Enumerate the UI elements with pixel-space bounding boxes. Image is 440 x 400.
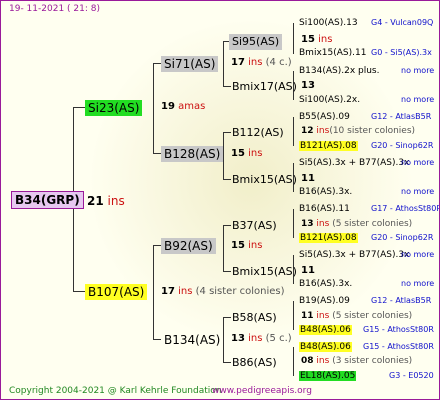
gen4-row[interactable]: B48(AS).06 bbox=[299, 342, 352, 352]
gen3-node-b86[interactable]: B86(AS) bbox=[229, 355, 280, 371]
root-name: B34(GRP) bbox=[15, 193, 80, 207]
gen4-row[interactable]: B121(AS).08 bbox=[299, 233, 358, 243]
grandparent-value-si71: 17 ins (4 c.) bbox=[231, 57, 292, 68]
copyright-text: Copyright 2004-2021 @ Karl Kehrle Founda… bbox=[9, 386, 222, 396]
grandparent-value-b134: 13 ins (5 c.) bbox=[231, 333, 292, 344]
gen4-row[interactable]: Si5(AS).3x + B77(AS).3x bbox=[299, 251, 409, 260]
root-node[interactable]: B34(GRP) bbox=[11, 191, 84, 209]
gen3-value-b86: 08 ins (3 sister colonies) bbox=[301, 356, 413, 366]
gen4-row[interactable]: B134(AS).2x plus. bbox=[299, 67, 380, 76]
gen4-row[interactable]: B16(AS).3x. bbox=[299, 280, 352, 289]
gen3-node-bmix17[interactable]: Bmix17(AS) bbox=[229, 79, 300, 95]
grandparent-value-b92: 15 ins bbox=[231, 240, 263, 251]
gen4-row[interactable]: EL18(AS).05 bbox=[299, 371, 357, 381]
gen4-info: G12 - AtlasB5R bbox=[371, 112, 432, 121]
parent-node-si23[interactable]: Si23(AS) bbox=[85, 100, 143, 116]
gen3-node-bmix15-a[interactable]: Bmix15(AS) bbox=[229, 172, 300, 188]
grandparent-node-b134[interactable]: B134(AS) bbox=[161, 332, 223, 348]
gen4-info: G20 - Sinop62R bbox=[371, 233, 434, 242]
gen4-info: no more bbox=[401, 158, 435, 167]
parent-node-b107[interactable]: B107(AS) bbox=[85, 284, 148, 300]
gen3-value-bmix15-a: 11 bbox=[301, 173, 315, 184]
gen3-value-b112: 12 ins(10 sister colonies) bbox=[301, 126, 416, 136]
gen4-row[interactable]: B55(AS).09 bbox=[299, 113, 350, 122]
gen3-value-bmix15-b: 11 bbox=[301, 265, 315, 276]
pedigree-chart: 19- 11-2021 ( 21: 8) B34(GRP) 21 ins Si2… bbox=[0, 0, 440, 400]
gen4-row[interactable]: B19(AS).09 bbox=[299, 297, 350, 306]
gen4-row[interactable]: Bmix15(AS).11 bbox=[299, 49, 366, 58]
gen4-row[interactable]: B16(AS).3x. bbox=[299, 188, 352, 197]
gen3-node-si95[interactable]: Si95(AS) bbox=[229, 34, 283, 50]
root-value: 21 ins bbox=[87, 194, 125, 208]
gen4-row[interactable]: Si100(AS).2x. bbox=[299, 96, 360, 105]
gen4-info: no more bbox=[401, 279, 435, 288]
website-link[interactable]: www.pedigreeapis.org bbox=[212, 386, 312, 396]
gen4-info: no more bbox=[401, 95, 435, 104]
date-header: 19- 11-2021 ( 21: 8) bbox=[9, 4, 100, 14]
gen4-info: G12 - AtlasB5R bbox=[371, 296, 432, 305]
gen4-info: no more bbox=[401, 187, 435, 196]
gen3-node-b58[interactable]: B58(AS) bbox=[229, 310, 280, 326]
gen4-info: no more bbox=[401, 250, 435, 259]
gen4-row[interactable]: Si100(AS).13 bbox=[299, 19, 358, 28]
gen4-info: G0 - Si5(AS).3x bbox=[371, 48, 432, 57]
gen4-row[interactable]: B48(AS).06 bbox=[299, 325, 352, 335]
grandparent-value-b128: 15 ins bbox=[231, 148, 263, 159]
gen3-node-b37[interactable]: B37(AS) bbox=[229, 218, 280, 234]
grandparent-node-b92[interactable]: B92(AS) bbox=[161, 238, 216, 254]
gen4-info: G17 - AthosSt80R bbox=[371, 204, 440, 213]
gen4-row[interactable]: B16(AS).11 bbox=[299, 205, 350, 214]
gen4-info: no more bbox=[401, 66, 435, 75]
gen3-value-bmix17: 13 bbox=[301, 80, 315, 91]
gen4-info: G20 - Sinop62R bbox=[371, 141, 434, 150]
parent-value-b107: 17 ins (4 sister colonies) bbox=[161, 286, 285, 297]
gen4-info: G15 - AthosSt80R bbox=[363, 325, 434, 334]
gen4-info: G3 - E0520 bbox=[389, 371, 434, 380]
gen4-row[interactable]: Si5(AS).3x + B77(AS).3x bbox=[299, 159, 409, 168]
gen4-info: G15 - AthosSt80R bbox=[363, 342, 434, 351]
gen3-value-b58: 11 ins (5 sister colonies) bbox=[301, 311, 413, 321]
gen4-row[interactable]: B121(AS).08 bbox=[299, 141, 358, 151]
gen3-value-si95: 15 ins bbox=[301, 34, 333, 45]
gen3-value-b37: 13 ins (5 sister colonies) bbox=[301, 219, 413, 229]
grandparent-node-b128[interactable]: B128(AS) bbox=[161, 146, 224, 162]
gen3-node-bmix15-b[interactable]: Bmix15(AS) bbox=[229, 264, 300, 280]
grandparent-node-si71[interactable]: Si71(AS) bbox=[161, 56, 219, 72]
parent-value-si23: 19 amas bbox=[161, 101, 206, 112]
gen4-info: G4 - Vulcan09Q bbox=[371, 18, 434, 27]
gen3-node-b112[interactable]: B112(AS) bbox=[229, 125, 287, 141]
